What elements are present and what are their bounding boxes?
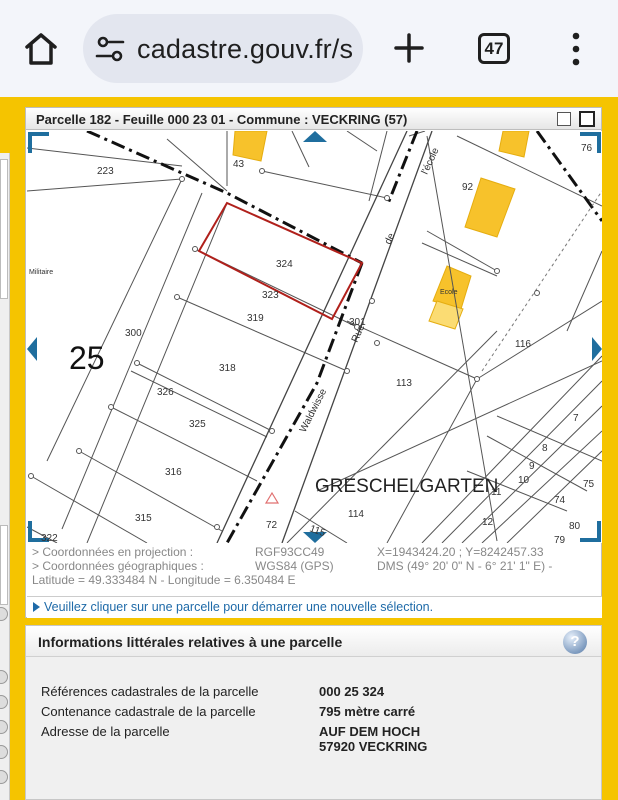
url-text[interactable]: cadastre.gouv.fr/s [137, 34, 353, 65]
parcel-number: 223 [97, 166, 114, 177]
parcel-info-header: Informations littérales relatives à une … [26, 626, 601, 657]
info-value: 57920 VECKRING [319, 739, 428, 754]
info-value: AUF DEM HOCH [319, 724, 421, 739]
plus-icon[interactable] [392, 31, 426, 65]
home-icon[interactable] [22, 30, 60, 68]
parcel-number: 43 [233, 159, 245, 170]
browser-toolbar: cadastre.gouv.fr/s 47 [0, 0, 618, 97]
geographic-system: WGS84 (GPS) [255, 559, 334, 573]
parcel-number: 318 [219, 363, 236, 374]
pan-left-arrow [27, 337, 37, 361]
parcel-number: 9 [529, 461, 535, 472]
warning-icon [264, 491, 280, 504]
map-panel: Parcelle 182 - Feuille 000 23 01 - Commu… [25, 107, 602, 618]
parcel-number: 7 [573, 413, 579, 424]
section-label: 25 [69, 340, 105, 376]
latlon-value: Latitude = 49.333484 N - Longitude = 6.3… [32, 573, 296, 587]
parcel-number: 8 [542, 443, 548, 454]
parcel-number: 315 [135, 513, 152, 524]
more-options-icon[interactable] [566, 31, 586, 67]
projection-value: X=1943424.20 ; Y=8242457.33 [377, 545, 544, 559]
geographic-value: DMS (49° 20' 0" N - 6° 21' 1" E) - [377, 559, 553, 573]
parcel-number: 323 [262, 290, 279, 301]
parcel-number: 300 [125, 328, 142, 339]
address-bar[interactable]: cadastre.gouv.fr/s [83, 14, 363, 83]
play-icon [33, 602, 40, 612]
projection-label: > Coordonnées en projection : [32, 545, 194, 559]
projection-system: RGF93CC49 [255, 545, 325, 559]
parcel-number: 80 [569, 521, 581, 532]
parcel-number: 79 [554, 535, 566, 543]
small-label: Militaire [29, 269, 53, 276]
map-panel-header: Parcelle 182 - Feuille 000 23 01 - Commu… [26, 108, 601, 130]
parcel-number: 92 [462, 182, 474, 193]
parcel-info-title: Informations littérales relatives à une … [38, 634, 343, 650]
parcel-info-panel: Informations littérales relatives à une … [25, 625, 602, 800]
parcel-number: 319 [247, 313, 264, 324]
parcel-number: 10 [518, 475, 530, 486]
restore-window-icon[interactable] [557, 112, 571, 126]
info-value: 795 mètre carré [319, 704, 416, 719]
parcel-number: 114 [348, 509, 364, 520]
parcel-number: 325 [189, 419, 206, 430]
building [232, 131, 268, 162]
help-icon[interactable]: ? [563, 630, 587, 654]
place-label: GRESCHELGARTEN [315, 476, 498, 497]
street-label: l'école [420, 146, 442, 176]
coordinates-box: > Coordonnées en projection : RGF93CC49 … [32, 545, 597, 587]
tab-switcher-button[interactable]: 47 [478, 33, 510, 64]
building [498, 131, 530, 158]
info-label: Contenance cadastrale de la parcelle [41, 704, 256, 719]
parcel-number: 12 [482, 517, 494, 528]
parcel-number: 74 [554, 495, 566, 506]
cadastral-map[interactable]: 223 43 76 92 324 323 319 301 300 318 116… [27, 131, 602, 543]
parcel-number: 113 [396, 378, 412, 389]
parcel-number: 322 [41, 533, 58, 543]
parcel-number: 326 [157, 387, 174, 398]
parcel-title: Parcelle 182 - Feuille 000 23 01 - Commu… [36, 112, 408, 127]
parcel-number: 76 [581, 143, 593, 154]
pan-up-arrow [303, 131, 327, 142]
info-label: Adresse de la parcelle [41, 724, 170, 739]
info-label: Références cadastrales de la parcelle [41, 684, 259, 699]
building-label: Ecole [440, 289, 458, 296]
parcel-number: 316 [165, 467, 182, 478]
info-value: 000 25 324 [319, 684, 385, 699]
maximize-window-icon[interactable] [579, 111, 595, 127]
instruction-bar: Veuillez cliquer sur une parcelle pour d… [27, 596, 602, 618]
parcel-number: 116 [515, 339, 531, 350]
instruction-text: Veuillez cliquer sur une parcelle pour d… [33, 600, 433, 614]
parcel-number: 72 [266, 520, 278, 531]
geographic-label: > Coordonnées géographiques : [32, 559, 204, 573]
parcel-number: 75 [583, 479, 595, 490]
site-settings-icon[interactable] [95, 36, 125, 62]
parcel-number: 324 [276, 259, 293, 270]
